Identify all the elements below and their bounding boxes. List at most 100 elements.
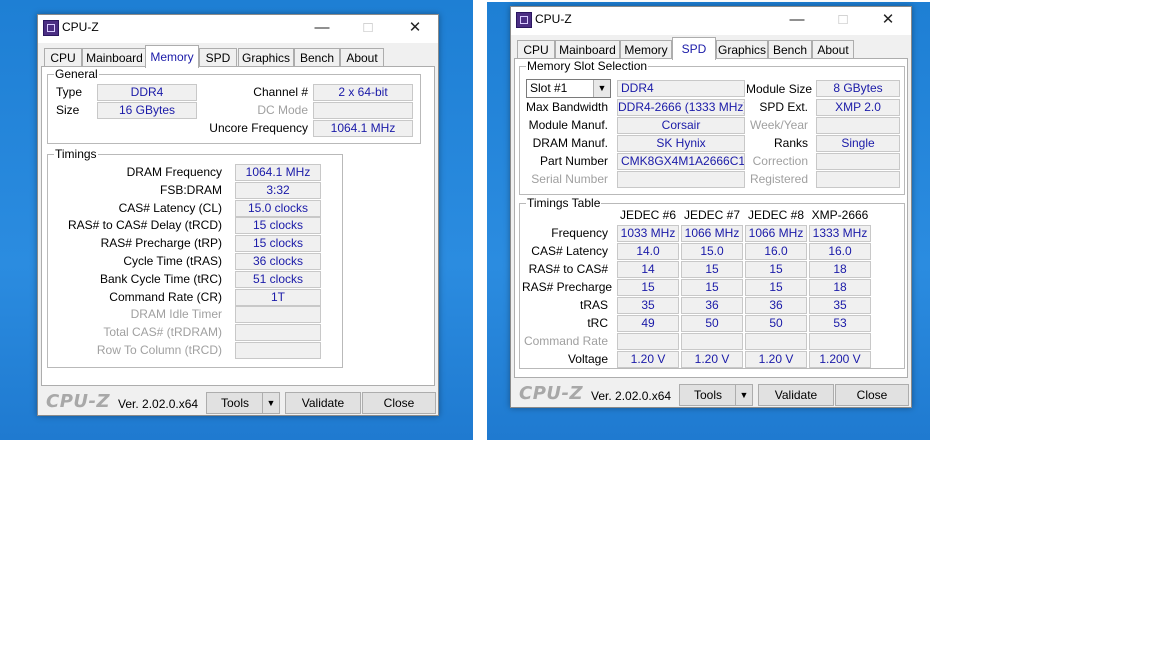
timing-value [235, 342, 321, 359]
tab-bar: CPU Mainboard Memory SPD Graphics Bench … [517, 37, 857, 60]
size-label: Size [56, 103, 80, 117]
general-group-title: General [54, 67, 99, 81]
timing-value: 15 clocks [235, 217, 321, 235]
tab-cpu[interactable]: CPU [517, 40, 555, 59]
tools-dropdown-arrow-icon[interactable]: ▼ [262, 392, 280, 414]
ranks-label: Ranks [773, 136, 808, 150]
tab-about[interactable]: About [812, 40, 854, 59]
title-bar[interactable]: CPU-Z — □ ✕ [38, 15, 438, 43]
timing-value: 15.0 clocks [235, 199, 321, 217]
max-bandwidth-label: Max Bandwidth [525, 100, 608, 114]
close-window-button[interactable]: ✕ [395, 17, 435, 39]
timings-cell: 36 [681, 297, 743, 314]
timings-row-label: CAS# Latency [531, 244, 608, 258]
tab-graphics[interactable]: Graphics [716, 40, 768, 59]
timing-label: RAS# Precharge (tRP) [100, 236, 222, 251]
minimize-button[interactable]: — [777, 9, 817, 31]
tools-button[interactable]: Tools [206, 392, 264, 414]
close-window-button[interactable]: ✕ [868, 9, 908, 31]
timings-cell: 18 [809, 279, 871, 296]
correction-value [816, 153, 900, 170]
tab-bench[interactable]: Bench [768, 40, 812, 59]
timing-label: Total CAS# (tRDRAM) [103, 325, 222, 340]
memory-slot-selection-group: Memory Slot Selection Slot #1 ▼ DDR4 Mod… [519, 59, 905, 195]
bottom-bar: CPU-Z Ver. 2.02.0.x64 Tools ▼ Validate C… [38, 388, 438, 414]
timings-column-header: XMP-2666 [811, 208, 869, 222]
validate-button[interactable]: Validate [285, 392, 361, 414]
timing-label: Row To Column (tRCD) [96, 343, 222, 357]
registered-label: Registered [749, 172, 808, 186]
spd-ext-value: XMP 2.0 [816, 99, 900, 116]
correction-label: Correction [752, 154, 808, 168]
tab-graphics[interactable]: Graphics [238, 48, 294, 67]
slot-select[interactable]: Slot #1 ▼ [526, 79, 611, 98]
timings-row-label: tRC [587, 316, 608, 330]
tools-dropdown-arrow-icon[interactable]: ▼ [735, 384, 753, 406]
timings-column-header: JEDEC #8 [747, 208, 805, 222]
tab-bar: CPU Mainboard Memory SPD Graphics Bench … [44, 45, 384, 68]
tab-memory[interactable]: Memory [620, 40, 672, 59]
tab-cpu[interactable]: CPU [44, 48, 82, 67]
chevron-down-icon[interactable]: ▼ [593, 80, 610, 97]
tab-memory[interactable]: Memory [145, 45, 199, 68]
dram-manuf-label: DRAM Manuf. [532, 136, 608, 150]
window-title: CPU-Z [62, 20, 99, 34]
timings-column-header: JEDEC #7 [683, 208, 741, 222]
timings-table-group: Timings Table JEDEC #6 JEDEC #7 JEDEC #8 XM… [519, 196, 905, 369]
cpuz-logo: CPU-Z [46, 391, 111, 412]
tools-button[interactable]: Tools [679, 384, 737, 406]
module-size-label: Module Size [746, 82, 813, 96]
memory-slot-selection-title: Memory Slot Selection [526, 59, 649, 73]
part-number-value: CMK8GX4M1A2666C16 [617, 153, 745, 170]
timings-cell: 15 [681, 261, 743, 278]
maximize-button: □ [838, 11, 848, 28]
serial-number-value [617, 171, 745, 188]
timing-value [235, 324, 321, 342]
timing-label: Cycle Time (tRAS) [123, 254, 222, 268]
tab-mainboard[interactable]: Mainboard [82, 48, 147, 67]
module-manuf-label: Module Manuf. [528, 118, 608, 132]
cpuz-app-icon [516, 12, 532, 28]
type-label: Type [56, 85, 83, 99]
timing-value [235, 306, 321, 324]
timings-cell: 14 [617, 261, 679, 278]
timings-group-title: Timings [54, 147, 98, 161]
close-button[interactable]: Close [362, 392, 436, 414]
timing-value: 1064.1 MHz [235, 164, 321, 181]
spd-panel: Memory Slot Selection Slot #1 ▼ DDR4 Mod… [514, 58, 908, 378]
timings-group: Timings DRAM Frequency 1064.1 MHz FSB:DRAM… [47, 147, 343, 368]
tab-spd[interactable]: SPD [672, 37, 716, 60]
tab-about[interactable]: About [340, 48, 384, 67]
timings-row-label: RAS# Precharge [522, 280, 613, 294]
registered-value [816, 171, 900, 188]
timing-value: 1T [235, 288, 321, 306]
timings-row-label: tRAS [579, 298, 608, 312]
memory-panel: General Type DDR4 Size 16 GBytes Channel… [41, 66, 435, 386]
timing-value: 15 clocks [235, 235, 321, 253]
timings-cell: 50 [681, 315, 743, 332]
timings-cell: 15 [745, 279, 807, 296]
timings-cell: 36 [745, 297, 807, 314]
channel-value: 2 x 64-bit [313, 84, 413, 101]
week-year-value [816, 117, 900, 134]
timings-cell: 1.200 V [809, 351, 871, 368]
close-button[interactable]: Close [835, 384, 909, 406]
size-value: 16 GBytes [97, 102, 197, 119]
timings-cell [617, 333, 679, 350]
version-label: Ver. 2.02.0.x64 [118, 397, 199, 411]
timing-value: 3:32 [235, 181, 321, 199]
tab-bench[interactable]: Bench [294, 48, 340, 67]
timing-label: DRAM Idle Timer [130, 307, 222, 322]
timings-row-label: Voltage [567, 352, 608, 366]
timings-cell: 18 [809, 261, 871, 278]
dc-mode-label: DC Mode [257, 103, 308, 117]
tab-spd[interactable]: SPD [199, 48, 237, 67]
tab-mainboard[interactable]: Mainboard [555, 40, 620, 59]
minimize-button[interactable]: — [302, 17, 342, 39]
title-bar[interactable]: CPU-Z — □ ✕ [511, 7, 911, 35]
timings-cell: 1333 MHz [809, 225, 871, 242]
timing-label: Command Rate (CR) [109, 289, 222, 304]
dram-manuf-value: SK Hynix [617, 135, 745, 152]
timings-cell: 1.20 V [681, 351, 743, 368]
validate-button[interactable]: Validate [758, 384, 834, 406]
